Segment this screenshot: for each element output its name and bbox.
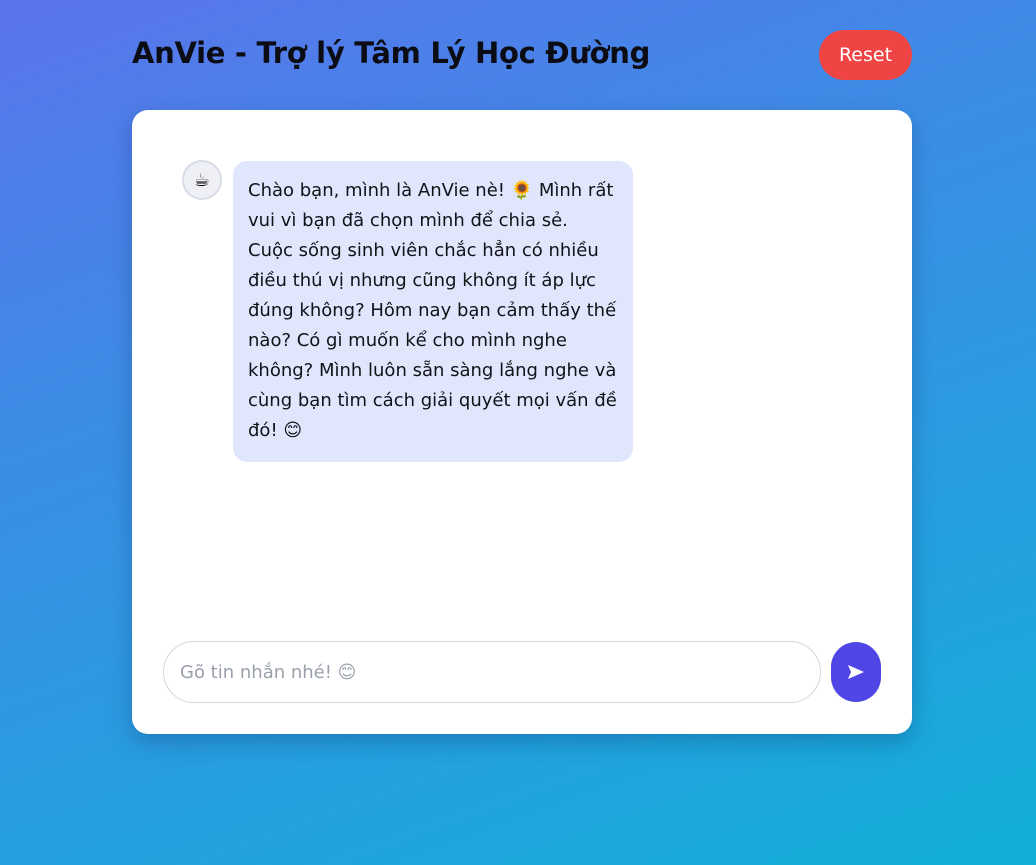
page-title: AnVie - Trợ lý Tâm Lý Học Đường xyxy=(132,36,651,70)
message-bubble: Chào bạn, mình là AnVie nè! 🌻 Mình rất v… xyxy=(233,161,633,462)
send-icon xyxy=(848,665,864,679)
message-text: Chào bạn, mình là AnVie nè! 🌻 Mình rất v… xyxy=(248,180,617,441)
reset-button[interactable]: Reset xyxy=(819,30,912,80)
chat-window: ☕ Chào bạn, mình là AnVie nè! 🌻 Mình rất… xyxy=(132,110,912,734)
app-header: AnVie - Trợ lý Tâm Lý Học Đường Reset xyxy=(132,30,912,80)
bot-avatar-icon: ☕ xyxy=(182,160,222,200)
message-input[interactable] xyxy=(163,641,821,703)
message-composer xyxy=(163,641,881,703)
send-button[interactable] xyxy=(831,642,881,702)
